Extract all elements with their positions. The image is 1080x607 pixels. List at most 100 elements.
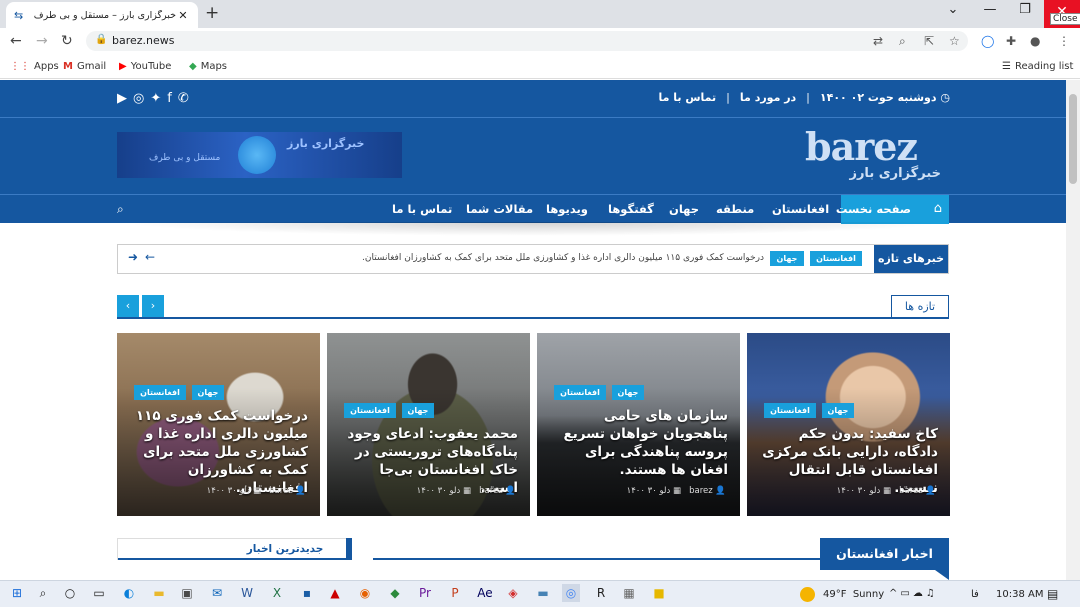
task-view-icon[interactable]: ▭ xyxy=(90,584,108,602)
slider-prev-icon[interactable]: ‹ xyxy=(117,295,139,317)
card-tag-world[interactable]: جهان xyxy=(192,385,224,400)
file-explorer-icon[interactable]: ▬ xyxy=(150,584,168,602)
bookmark-maps[interactable]: ◆ Maps xyxy=(189,61,227,72)
contact-link[interactable]: تماس با ما xyxy=(659,91,717,104)
forward-icon[interactable]: → xyxy=(36,33,48,49)
app-icon[interactable]: ▬ xyxy=(534,584,552,602)
notification-icon[interactable]: ▤ xyxy=(1047,587,1058,601)
about-link[interactable]: در مورد ما xyxy=(740,91,796,104)
nav-your-articles[interactable]: مقالات شما xyxy=(466,195,533,224)
chrome-icon[interactable]: ◎ xyxy=(562,584,580,602)
latest-section-title[interactable]: جدیدترین اخبار xyxy=(224,538,352,560)
nav-region[interactable]: منطقه xyxy=(716,195,754,224)
reload-icon[interactable]: ↻ xyxy=(61,33,73,49)
card-tag-afghanistan[interactable]: افغانستان xyxy=(134,385,186,400)
firefox-icon[interactable]: ◉ xyxy=(356,584,374,602)
app-icon[interactable]: R xyxy=(592,584,610,602)
app-icon[interactable]: ◈ xyxy=(504,584,522,602)
instagram-social-icon[interactable]: ◎ xyxy=(133,91,150,106)
restore-icon[interactable]: ❐ xyxy=(1010,2,1040,17)
input-language[interactable]: فا xyxy=(971,589,979,600)
card-tag-world[interactable]: جهان xyxy=(822,403,854,418)
taskbar-clock[interactable]: 10:38 AM xyxy=(996,589,1043,600)
edge-icon[interactable]: ◐ xyxy=(120,584,138,602)
close-tooltip: Close xyxy=(1050,13,1080,25)
cortana-icon[interactable]: ○ xyxy=(61,584,79,602)
share-icon[interactable]: ⇱ xyxy=(924,34,934,48)
bookmark-youtube[interactable]: ▶ YouTube xyxy=(119,61,171,72)
slider-next-icon[interactable]: › xyxy=(142,295,164,317)
breaking-tag-world[interactable]: جهان xyxy=(770,251,804,266)
taskbar-search-icon[interactable]: ⌕ xyxy=(34,584,52,602)
app-icon[interactable]: ▪ xyxy=(298,584,316,602)
tab-close-icon[interactable]: ✕ xyxy=(176,9,190,22)
card-tag-afghanistan[interactable]: افغانستان xyxy=(764,403,816,418)
breaking-text[interactable]: درخواست کمک فوری ۱۱۵ میلیون دالری اداره … xyxy=(344,253,764,263)
facebook-social-icon[interactable]: f xyxy=(167,91,178,106)
mail-icon[interactable]: ✉ xyxy=(208,584,226,602)
youtube-social-icon[interactable]: ▶ xyxy=(117,91,133,106)
card-meta: 👤 barez ▦ دلو ۳۰ ۱۴۰۰ xyxy=(206,486,306,496)
page-scrollbar[interactable] xyxy=(1066,80,1080,580)
bookmark-gmail[interactable]: M Gmail xyxy=(63,61,106,72)
app-icon[interactable]: ◆ xyxy=(386,584,404,602)
store-icon[interactable]: ▣ xyxy=(178,584,196,602)
card-tag-world[interactable]: جهان xyxy=(612,385,644,400)
home-icon: ⌂ xyxy=(933,201,942,216)
nav-afghanistan[interactable]: افغانستان xyxy=(772,195,829,224)
word-icon[interactable]: W xyxy=(238,584,256,602)
tray-icons[interactable]: ^▭☁♫ xyxy=(889,588,938,599)
ticker-prev-icon[interactable]: ← xyxy=(145,250,155,264)
nav-world[interactable]: جهان xyxy=(669,195,699,224)
acrobat-icon[interactable]: ▲ xyxy=(326,584,344,602)
whatsapp-social-icon[interactable]: ✆ xyxy=(178,91,195,106)
sticky-notes-icon[interactable]: ■ xyxy=(650,584,668,602)
profile-avatar-icon[interactable]: ● xyxy=(1030,34,1040,48)
news-card[interactable]: جهان افغانستان درخواست کمک فوری ۱۱۵ میلی… xyxy=(117,333,320,516)
news-card[interactable]: جهان افغانستان کاخ سفید: بدون حکم دادگاه… xyxy=(747,333,950,516)
excel-icon[interactable]: X xyxy=(268,584,286,602)
address-bar[interactable]: 🔒 barez.news xyxy=(86,31,968,51)
twitter-social-icon[interactable]: ✦ xyxy=(150,91,167,106)
minimize-icon[interactable]: — xyxy=(975,2,1005,17)
ticker-next-icon[interactable]: ➜ xyxy=(128,250,138,264)
news-card[interactable]: جهان افغانستان محمد یعقوب: ادعای وجود پن… xyxy=(327,333,530,516)
back-icon[interactable]: ← xyxy=(10,33,22,49)
breaking-tag-afghanistan[interactable]: افغانستان xyxy=(810,251,862,266)
card-headline[interactable]: درخواست کمک فوری ۱۱۵ میلیون دالری اداره … xyxy=(128,407,308,497)
powerpoint-icon[interactable]: P xyxy=(446,584,464,602)
browser-menu-icon[interactable]: ⋮ xyxy=(1058,34,1070,48)
nav-contact[interactable]: تماس با ما xyxy=(392,195,452,224)
scrollbar-thumb[interactable] xyxy=(1069,94,1077,184)
after-effects-icon[interactable]: Ae xyxy=(476,584,494,602)
extensions-puzzle-icon[interactable]: ✚ xyxy=(1006,34,1016,48)
calendar-icon: ▦ xyxy=(462,486,471,496)
bookmark-star-icon[interactable]: ☆ xyxy=(949,34,960,48)
nav-interviews[interactable]: گفتگوها xyxy=(608,195,654,224)
tab-search-icon[interactable]: ⌄ xyxy=(938,2,968,17)
premiere-icon[interactable]: Pr xyxy=(416,584,434,602)
calculator-icon[interactable]: ▦ xyxy=(620,584,638,602)
new-tab-button[interactable]: + xyxy=(205,3,219,23)
windows-start-icon[interactable]: ⊞ xyxy=(8,584,26,602)
site-logo[interactable]: barez خبرگزاری بارز xyxy=(805,124,943,188)
news-card[interactable]: جهان افغانستان سازمان های حامی پناهجویان… xyxy=(537,333,740,516)
card-headline[interactable]: سازمان های حامی پناهجویان خواهان تسریع پ… xyxy=(548,407,728,479)
afghanistan-news-section: اخبار افغانستان xyxy=(373,538,949,580)
bookmark-apps[interactable]: ⋮⋮ Apps xyxy=(10,61,59,72)
browser-tab[interactable]: ⇆ خبرگزاری بارز – مستقل و بی طرف ✕ xyxy=(6,2,198,28)
translate-icon[interactable]: ⇄ xyxy=(873,34,883,48)
nav-home[interactable]: ⌂ صفحه نخست xyxy=(836,195,949,224)
extension-circle-icon[interactable]: ◯ xyxy=(981,34,994,48)
weather-widget[interactable]: 49°F Sunny xyxy=(823,589,884,600)
card-tag-afghanistan[interactable]: افغانستان xyxy=(344,403,396,418)
afghanistan-section-title[interactable]: اخبار افغانستان xyxy=(820,538,949,570)
card-tag-world[interactable]: جهان xyxy=(402,403,434,418)
card-tag-afghanistan[interactable]: افغانستان xyxy=(554,385,606,400)
nav-videos[interactable]: ویدیوها xyxy=(546,195,588,224)
zoom-icon[interactable]: ⌕ xyxy=(899,34,906,49)
search-icon[interactable]: ⌕ xyxy=(117,202,124,217)
nav-shadow xyxy=(118,222,948,236)
header-banner: خبرگزاری بارز مستقل و بی طرف xyxy=(117,132,402,178)
reading-list-button[interactable]: ☰ Reading list xyxy=(1002,61,1073,72)
